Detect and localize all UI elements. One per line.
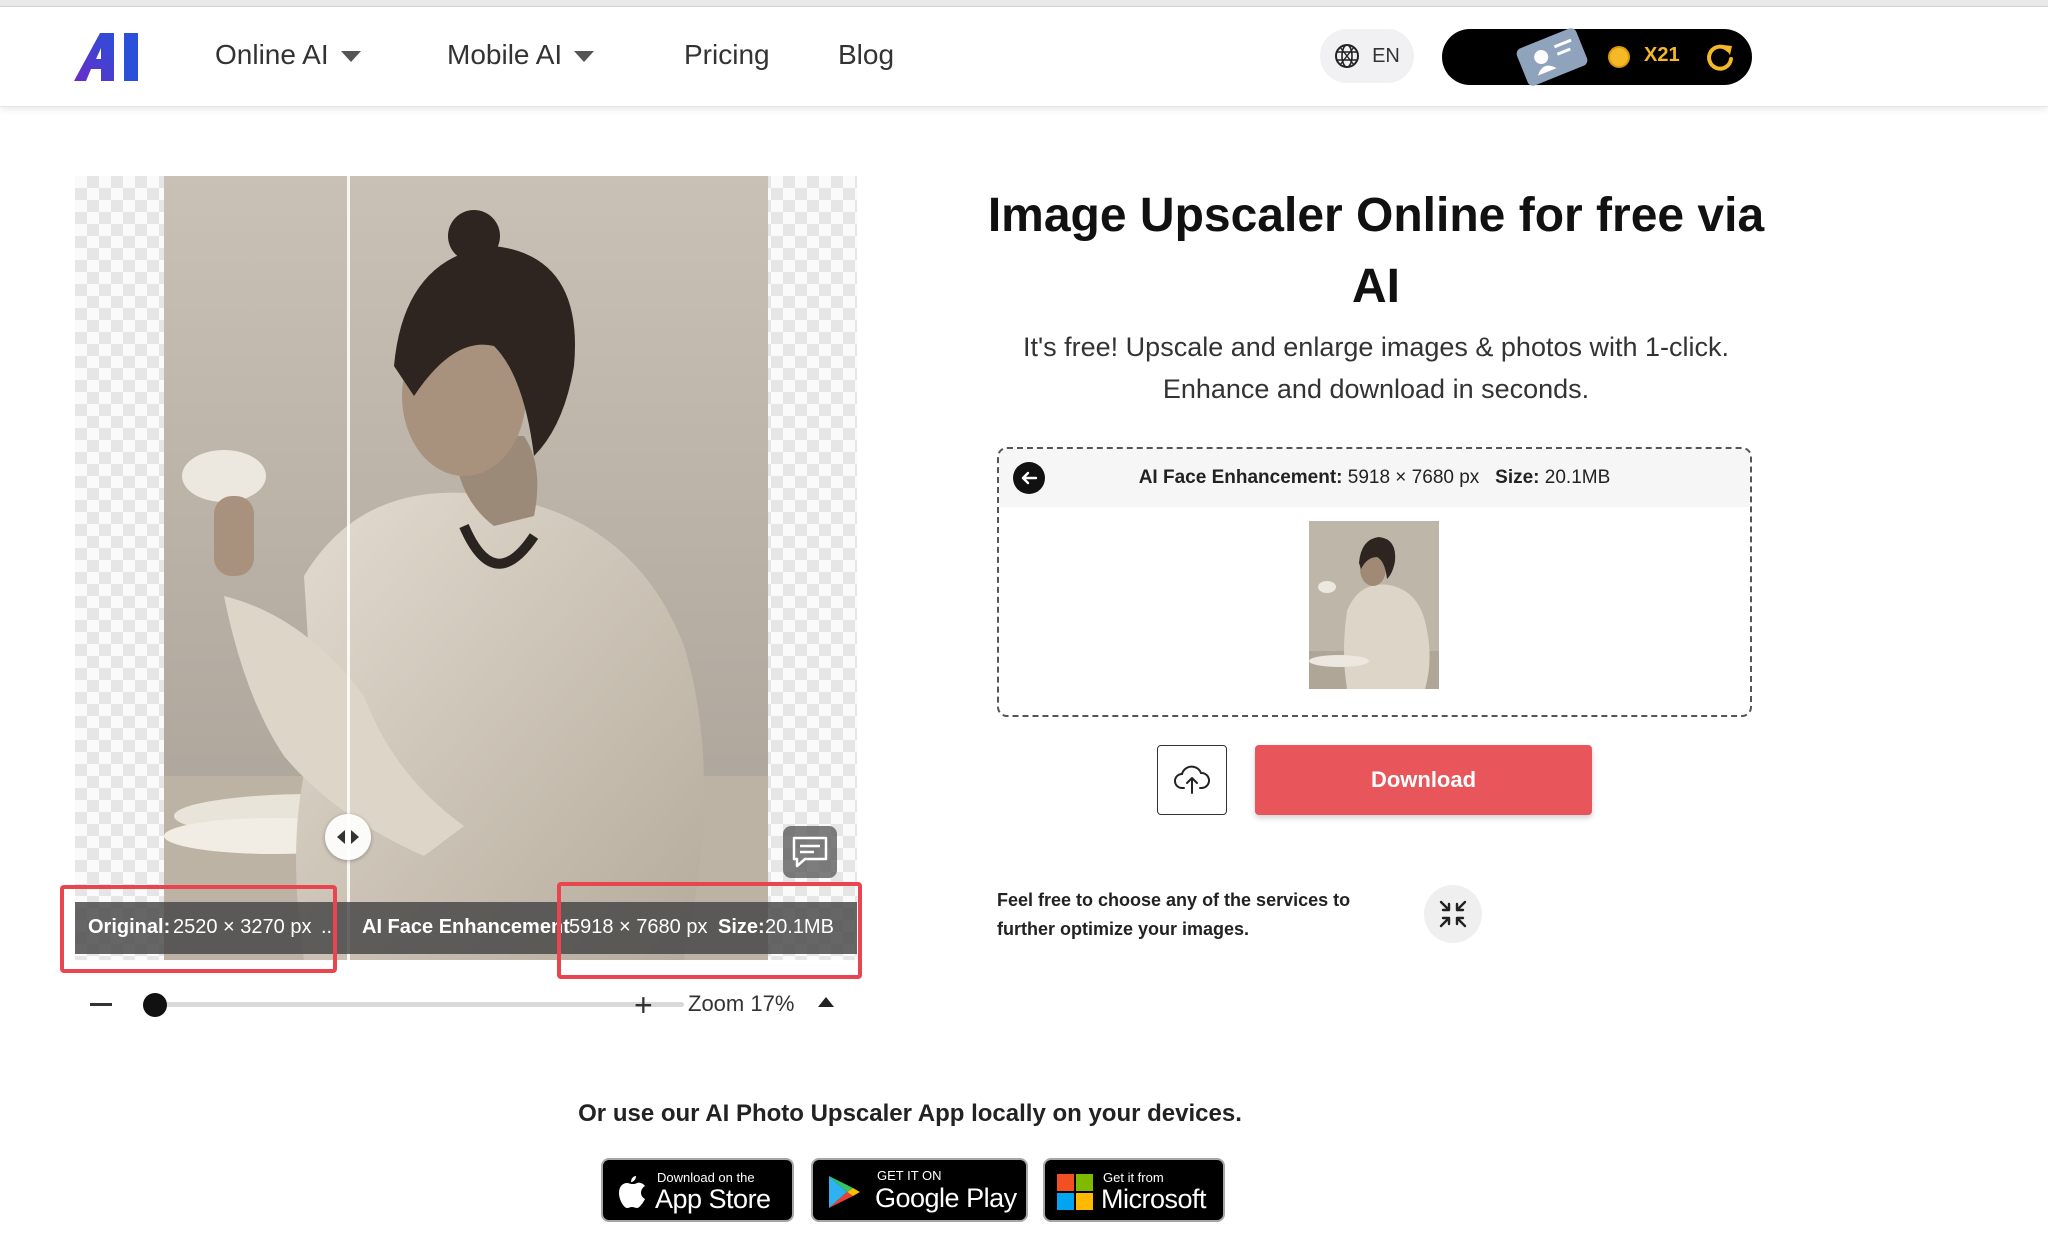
nav-mobile-ai[interactable]: Mobile AI (447, 39, 595, 71)
nav-online-ai[interactable]: Online AI (215, 39, 361, 71)
result-header: AI Face Enhancement: 5918 × 7680 px Size… (999, 449, 1750, 507)
portrait-photo (164, 176, 768, 960)
globe-icon (1335, 44, 1360, 68)
cloud-upload-icon (1174, 765, 1210, 794)
caret-up-icon[interactable] (818, 997, 834, 1007)
chevron-down-icon (340, 50, 361, 62)
chat-icon (792, 836, 828, 868)
nav-blog[interactable]: Blog (838, 39, 894, 71)
enhanced-label: AI Face Enhancement (362, 916, 570, 938)
ticket-icon (1516, 28, 1588, 86)
highlight-box-original (60, 885, 337, 973)
zoom-label: Zoom 17% (688, 991, 795, 1016)
microsoft-small-text: Get it from (1103, 1170, 1164, 1185)
google-play-icon (829, 1176, 860, 1208)
arrow-left-icon (337, 830, 345, 844)
collapse-arrows-icon (1439, 900, 1467, 928)
credit-count: X21 (1644, 44, 1680, 66)
result-size-value: 20.1MB (1544, 467, 1611, 488)
upload-button[interactable] (1157, 745, 1227, 815)
microsoft-badge[interactable]: Get it from Microsoft (1043, 1158, 1225, 1222)
zoom-in-button[interactable]: + (634, 987, 653, 1024)
nav-online-ai-label: Online AI (215, 39, 329, 70)
chevron-down-icon (574, 50, 595, 62)
page-title: Image Upscaler Online for free via AI (987, 189, 1765, 313)
arrow-left-icon (1021, 471, 1038, 485)
credits-pill[interactable]: X21 (1442, 28, 1752, 86)
zoom-slider-track[interactable] (154, 1002, 684, 1007)
nav-blog-label: Blog (838, 39, 895, 70)
apps-heading: Or use our AI Photo Upscaler App locally… (578, 1100, 1242, 1127)
zoom-control: + Zoom 17% (90, 985, 850, 1025)
result-size-label: Size: (1495, 467, 1540, 488)
app-store-big-text: App Store (655, 1184, 771, 1214)
nav-pricing-label: Pricing (684, 39, 770, 70)
page-subtitle: It's free! Upscale and enlarge images & … (1023, 332, 1729, 404)
refresh-icon[interactable] (1704, 41, 1736, 73)
app-store-badge[interactable]: Download on the App Store (601, 1158, 794, 1222)
download-button[interactable]: Download (1255, 745, 1592, 815)
language-selector[interactable]: EN (1320, 29, 1414, 83)
result-thumbnail[interactable] (1309, 521, 1439, 689)
arrow-right-icon (351, 830, 359, 844)
language-code: EN (1372, 44, 1400, 67)
result-info: AI Face Enhancement: 5918 × 7680 px Size… (999, 467, 1750, 489)
google-play-small-text: GET IT ON (877, 1168, 942, 1183)
services-hint: Feel free to choose any of the services … (997, 890, 1351, 939)
brand-logo[interactable] (74, 31, 148, 83)
apple-icon (619, 1176, 645, 1208)
microsoft-big-text: Microsoft (1101, 1184, 1207, 1214)
divider-handle[interactable] (325, 814, 371, 860)
nav-mobile-ai-label: Mobile AI (447, 39, 563, 70)
back-button[interactable] (1013, 462, 1045, 494)
zoom-slider-thumb[interactable] (143, 993, 167, 1017)
collapse-button[interactable] (1424, 885, 1482, 943)
google-play-badge[interactable]: GET IT ON Google Play (811, 1158, 1028, 1222)
app-store-small-text: Download on the (657, 1170, 755, 1185)
zoom-out-button[interactable] (90, 1003, 112, 1006)
site-header: Online AI Mobile AI Pricing Blog EN X21 (0, 7, 2048, 107)
result-mode-label: AI Face Enhancement: (1138, 467, 1343, 488)
comparison-viewer[interactable]: Original: 2520 × 3270 px .. AI Face Enha… (75, 176, 857, 960)
nav-pricing[interactable]: Pricing (684, 39, 770, 71)
microsoft-icon (1057, 1174, 1093, 1210)
google-play-big-text: Google Play (875, 1183, 1017, 1213)
coin-icon (1608, 46, 1630, 68)
result-dims: 5918 × 7680 px (1347, 467, 1480, 488)
browser-top-strip (0, 0, 2048, 7)
feedback-button[interactable] (783, 826, 837, 878)
highlight-box-enhanced (557, 882, 862, 979)
result-panel: AI Face Enhancement: 5918 × 7680 px Size… (997, 447, 1752, 717)
